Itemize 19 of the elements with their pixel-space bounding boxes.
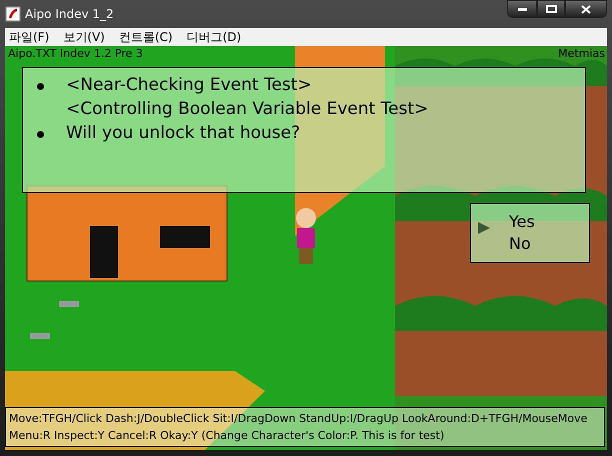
maximize-button[interactable] <box>537 0 565 18</box>
menu-item[interactable]: 파일(F) <box>9 31 50 43</box>
menu-item[interactable]: 컨트롤(C) <box>118 31 173 43</box>
player-name-text: Metmias <box>558 48 605 59</box>
dialog-text: <Near-Checking Event Test> <box>66 74 312 98</box>
minimize-button[interactable] <box>507 0 537 18</box>
controls-help-text: Menu:R Inspect:Y Cancel:R Okay:Y (Change Character's Color:P. This is for test) <box>9 428 446 444</box>
menu-item[interactable]: 보기(V) <box>63 31 105 43</box>
choice-option[interactable]: No <box>509 236 531 252</box>
window-title: Aipo Indev 1_2 <box>25 6 114 23</box>
menu-item[interactable]: 디버그(D) <box>186 31 242 43</box>
dialog-text: Will you unlock that house? <box>66 122 300 146</box>
close-button[interactable] <box>565 0 607 18</box>
game-version-text: Aipo.TXT Indev 1.2 Pre 3 <box>8 48 143 59</box>
close-icon <box>581 4 591 14</box>
choice-option[interactable]: Yes <box>509 214 535 230</box>
app-icon <box>5 6 21 22</box>
dialog-text: <Controlling Boolean Variable Event Test> <box>66 98 428 122</box>
controls-help-text: Move:TFGH/Click Dash:J/DoubleClick Sit:I/DragDown StandUp:I/DragUp LookAround:D+TFGH/MouseMove <box>9 411 588 427</box>
